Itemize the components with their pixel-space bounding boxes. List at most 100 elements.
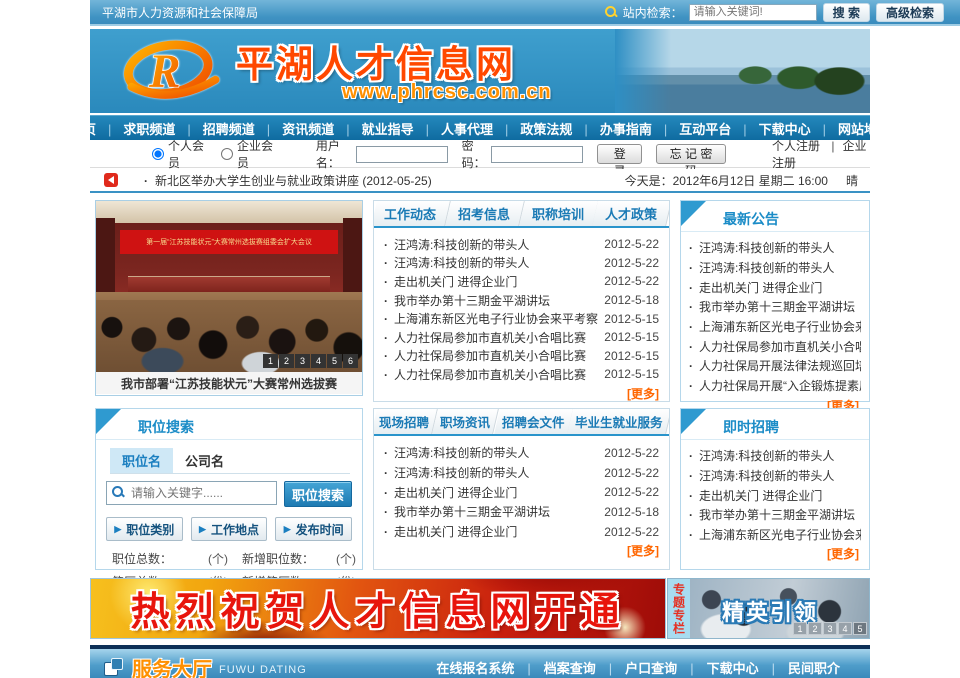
news-photo[interactable]: 第一届“江苏技能状元”大赛常州选拔赛组委会扩大会议 123456 xyxy=(96,201,362,372)
nav-item[interactable]: 求职频道 xyxy=(96,119,175,138)
announcement-link[interactable]: 人力社保局开展法律法规巡回培训 xyxy=(689,357,861,374)
service-link[interactable]: 户口查询 xyxy=(596,658,677,677)
news-link[interactable]: 我市举办第十三期金平湖讲坛 xyxy=(384,503,598,520)
play-triangle-icon: ▶ xyxy=(199,524,206,535)
tab[interactable]: 人才政策 xyxy=(592,201,669,226)
nav-item[interactable]: 首页 xyxy=(70,119,96,138)
announcement-link[interactable]: 走出机关门 进得企业门 xyxy=(689,279,861,296)
news-row: 我市举办第十三期金平湖讲坛 2012-5-18 xyxy=(384,502,659,522)
announcement-row: 人力社保局参加市直机关小合唱比赛 xyxy=(689,336,861,356)
photo-page-button[interactable]: 2 xyxy=(279,354,294,368)
recruit-link[interactable]: 我市举办第十三期金平湖讲坛 xyxy=(689,506,861,523)
topic-page-button[interactable]: 2 xyxy=(808,622,822,635)
nav-item[interactable]: 就业指导 xyxy=(334,119,413,138)
announcement-link[interactable]: 我市举办第十三期金平湖讲坛 xyxy=(689,298,861,315)
personal-member-option[interactable]: 个人会员 xyxy=(152,137,205,171)
forgot-password-button[interactable]: 忘 记 密 码 xyxy=(656,144,726,164)
announcement-link[interactable]: 人力社保局开展“入企锻炼提素质” xyxy=(689,377,861,394)
company-member-radio[interactable] xyxy=(221,148,233,160)
tab[interactable]: 职场资讯 xyxy=(432,409,499,434)
tab[interactable]: 招聘会文件 xyxy=(494,409,574,434)
news-link[interactable]: 汪鸿涛:科技创新的带头人 xyxy=(384,464,598,481)
topic-page-button[interactable]: 3 xyxy=(823,622,837,635)
photo-page-button[interactable]: 3 xyxy=(295,354,310,368)
topic-banner[interactable]: 专题专栏 精英引领 12345 xyxy=(667,578,870,639)
recruit-link[interactable]: 汪鸿涛:科技创新的带头人 xyxy=(689,447,861,464)
search-icon xyxy=(112,486,124,498)
topic-page-button[interactable]: 4 xyxy=(838,622,852,635)
news-link[interactable]: 走出机关门 进得企业门 xyxy=(384,273,598,290)
photo-page-button[interactable]: 4 xyxy=(311,354,326,368)
news-link[interactable]: 上海浦东新区光电子行业协会来平考察 xyxy=(384,310,598,327)
service-link[interactable]: 下载中心 xyxy=(677,658,758,677)
nav-item[interactable]: 互动平台 xyxy=(652,119,731,138)
recruit-link[interactable]: 汪鸿涛:科技创新的带头人 xyxy=(689,467,861,484)
photo-page-button[interactable]: 5 xyxy=(327,354,342,368)
news-link[interactable]: 汪鸿涛:科技创新的带头人 xyxy=(384,236,598,253)
nav-item[interactable]: 招聘频道 xyxy=(175,119,254,138)
job-search-button[interactable]: 职位搜索 xyxy=(284,481,352,507)
topic-page-button[interactable]: 5 xyxy=(853,622,867,635)
corner-triangle-icon xyxy=(96,409,121,434)
tab[interactable]: 现场招聘 xyxy=(374,409,438,434)
filter-button[interactable]: ▶ 工作地点 xyxy=(191,517,268,541)
news-link[interactable]: 我市举办第十三期金平湖讲坛 xyxy=(384,292,598,309)
news-link[interactable]: 人力社保局参加市直机关小合唱比赛 xyxy=(384,329,598,346)
more-link[interactable]: [更多] xyxy=(827,547,859,561)
service-link[interactable]: 民间职介 xyxy=(759,658,840,677)
keyword-input[interactable] xyxy=(106,481,277,505)
personal-register-link[interactable]: 个人注册 xyxy=(772,139,820,153)
announcement-link[interactable]: 汪鸿涛:科技创新的带头人 xyxy=(689,259,861,276)
filter-button[interactable]: ▶ 职位类别 xyxy=(106,517,183,541)
tab-company-name[interactable]: 公司名 xyxy=(173,448,236,473)
tab[interactable]: 招考信息 xyxy=(445,201,525,226)
personal-member-radio[interactable] xyxy=(152,148,164,160)
announcement-link[interactable]: 汪鸿涛:科技创新的带头人 xyxy=(689,239,861,256)
nav-item[interactable]: 下载中心 xyxy=(731,119,810,138)
news-date: 2012-5-15 xyxy=(604,312,659,326)
search-icon xyxy=(605,6,617,18)
nav-item[interactable]: 网站地图 xyxy=(811,119,890,138)
tab[interactable]: 毕业生就业服务 xyxy=(567,409,669,434)
tab-label: 招聘会文件 xyxy=(502,412,565,431)
site-search-input[interactable] xyxy=(689,4,817,21)
news-link[interactable]: 人力社保局参加市直机关小合唱比赛 xyxy=(384,347,598,364)
announcement-link[interactable]: 上海浦东新区光电子行业协会来平考 xyxy=(689,318,861,335)
more-link[interactable]: [更多] xyxy=(627,544,659,558)
advanced-search-button[interactable]: 高级检索 xyxy=(876,3,944,22)
filter-button[interactable]: ▶ 发布时间 xyxy=(275,517,352,541)
news-link[interactable]: 走出机关门 进得企业门 xyxy=(384,523,598,540)
photo-page-button[interactable]: 1 xyxy=(263,354,278,368)
more-link[interactable]: [更多] xyxy=(627,387,659,401)
announcement-link[interactable]: 人力社保局参加市直机关小合唱比赛 xyxy=(689,338,861,355)
nav-item[interactable]: 办事指南 xyxy=(572,119,651,138)
news-link[interactable]: 走出机关门 进得企业门 xyxy=(384,484,598,501)
password-input[interactable] xyxy=(491,146,583,163)
news-date: 2012-5-22 xyxy=(604,485,659,499)
tab-position-name[interactable]: 职位名 xyxy=(110,448,173,473)
recruit-link[interactable]: 走出机关门 进得企业门 xyxy=(689,487,861,504)
site-search-button[interactable]: 搜 索 xyxy=(823,3,870,22)
service-link[interactable]: 档案查询 xyxy=(514,658,595,677)
celebration-banner[interactable]: 热烈祝贺人才信息网开通 xyxy=(90,578,666,639)
tab[interactable]: 职称培训 xyxy=(519,201,599,226)
service-link[interactable]: 在线报名系统 xyxy=(436,658,514,677)
photo-page-button[interactable]: 6 xyxy=(343,354,358,368)
news-link[interactable]: 人力社保局参加市直机关小合唱比赛 xyxy=(384,366,598,383)
instant-recruit-list: 汪鸿涛:科技创新的带头人 汪鸿涛:科技创新的带头人 走出机关门 进得企业门 我市… xyxy=(681,440,869,544)
tab[interactable]: 工作动态 xyxy=(374,201,451,226)
job-search-row: 职位搜索 xyxy=(106,481,352,507)
news-link[interactable]: 汪鸿涛:科技创新的带头人 xyxy=(384,254,598,271)
username-input[interactable] xyxy=(356,146,448,163)
nav-item[interactable]: 人事代理 xyxy=(414,119,493,138)
company-member-option[interactable]: 企业会员 xyxy=(221,137,274,171)
login-button[interactable]: 登 录 xyxy=(597,144,642,164)
photo-caption[interactable]: 我市部署“江苏技能状元”大赛常州选拔赛 xyxy=(96,372,362,394)
ticker-news-link[interactable]: 新北区举办大学生创业与就业政策讲座 (2012-05-25) xyxy=(144,172,432,189)
topic-page-button[interactable]: 1 xyxy=(793,622,807,635)
nav-item[interactable]: 资讯频道 xyxy=(255,119,334,138)
service-hall-title: 服务大厅 xyxy=(132,653,212,678)
news-link[interactable]: 汪鸿涛:科技创新的带头人 xyxy=(384,444,598,461)
recruit-link[interactable]: 上海浦东新区光电子行业协会来平考 xyxy=(689,526,861,543)
nav-item[interactable]: 政策法规 xyxy=(493,119,572,138)
